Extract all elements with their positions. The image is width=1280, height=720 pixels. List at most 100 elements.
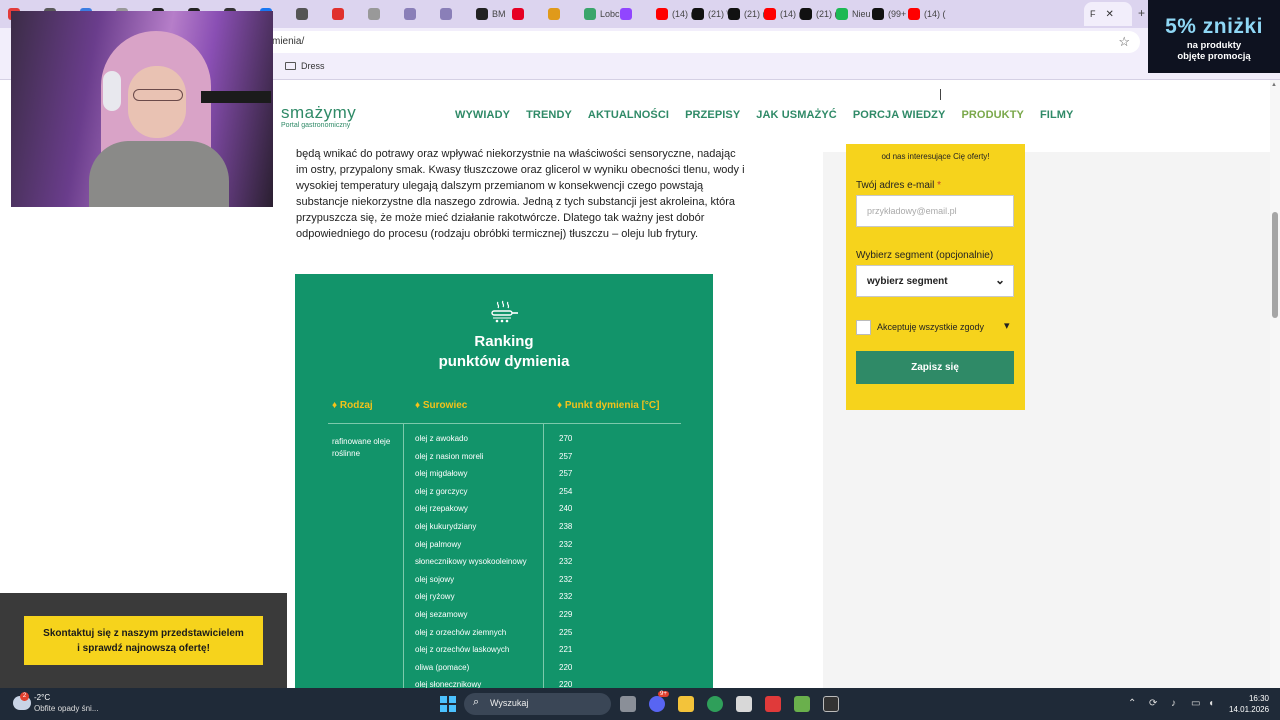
browser-tab[interactable] xyxy=(548,4,564,24)
network-sync-icon[interactable]: ⟳ xyxy=(1149,698,1157,709)
browser-tab[interactable] xyxy=(440,4,456,24)
tab-favicon-icon xyxy=(476,8,488,20)
bookmark-folder-dress[interactable]: Dress xyxy=(285,61,325,71)
nav-item-jak-usmazyc[interactable]: JAK USMAŻYĆ xyxy=(756,109,837,121)
app-icon[interactable] xyxy=(794,696,810,712)
browser-tab[interactable]: (99+ xyxy=(872,4,906,24)
newsletter-form: od nas interesujące Cię oferty! Twój adr… xyxy=(846,144,1025,410)
webcam-overlay xyxy=(11,11,273,207)
table-row: olej z awokado 270 xyxy=(295,434,713,448)
scroll-up-icon[interactable]: ▲ xyxy=(1271,82,1277,88)
table-row: olej z gorczycy 254 xyxy=(295,487,713,501)
main-nav: WYWIADY TRENDY AKTUALNOŚCI PRZEPISY JAK … xyxy=(455,109,1089,121)
nav-item-aktualnosci[interactable]: AKTUALNOŚCI xyxy=(588,109,669,121)
nav-item-trendy[interactable]: TRENDY xyxy=(526,109,572,121)
browser-tab[interactable]: (21) ( xyxy=(800,4,838,24)
logo-text: smażymy xyxy=(281,103,357,122)
segment-value: wybierz segment xyxy=(867,276,948,287)
smoke-point-value: 232 xyxy=(559,574,573,584)
header-divider xyxy=(328,423,681,424)
scroll-thumb[interactable] xyxy=(1272,212,1278,318)
contact-banner: Skontaktuj się z naszym przedstawicielem… xyxy=(0,593,287,688)
address-bar[interactable]: mienia/ ☆ xyxy=(200,31,1140,53)
table-row: olej palmowy 232 xyxy=(295,540,713,554)
nav-item-wywiady[interactable]: WYWIADY xyxy=(455,109,510,121)
chrome-icon[interactable] xyxy=(707,696,723,712)
tab-label: (14) ( xyxy=(780,9,802,19)
smoke-point-value: 270 xyxy=(559,434,573,443)
browser-tab[interactable]: (14) ( xyxy=(764,4,802,24)
contact-offer-button[interactable]: Skontaktuj się z naszym przedstawicielem… xyxy=(24,616,263,665)
app-icon[interactable] xyxy=(823,696,839,712)
browser-tab[interactable]: (21) ( xyxy=(728,4,766,24)
browser-tab[interactable] xyxy=(332,4,348,24)
active-tab[interactable]: F ✕ xyxy=(1084,2,1132,26)
tab-favicon-icon xyxy=(404,8,416,20)
consent-checkbox[interactable] xyxy=(856,320,871,335)
nav-item-filmy[interactable]: FILMY xyxy=(1040,109,1074,121)
app-icon[interactable] xyxy=(736,696,752,712)
browser-tab[interactable] xyxy=(620,4,636,24)
page-scrollbar[interactable]: ▲ xyxy=(1270,80,1280,688)
nav-item-przepisy[interactable]: PRZEPISY xyxy=(685,109,740,121)
subscribe-button[interactable]: Zapisz się xyxy=(856,351,1014,384)
url-text[interactable]: mienia/ xyxy=(272,36,304,47)
email-label: Twój adres e-mail * xyxy=(856,180,941,191)
smoke-point-value: 240 xyxy=(559,504,573,514)
oil-name: olej z orzechów ziemnych xyxy=(415,627,507,637)
segment-select[interactable]: wybierz segment ⌄ xyxy=(856,265,1014,297)
tab-favicon-icon xyxy=(692,8,704,20)
article-paragraph: będą wnikać do potrawy oraz wpływać niek… xyxy=(296,148,745,240)
table-row: olej rzepakowy 240 xyxy=(295,504,713,518)
browser-tab[interactable]: (14) ( xyxy=(908,4,946,24)
smoke-point-value: 225 xyxy=(559,627,573,637)
tab-favicon-icon xyxy=(512,8,524,20)
email-field[interactable]: przykładowy@email.pl xyxy=(856,195,1014,227)
promo-ad[interactable]: 5% zniżki na produkty objęte promocją xyxy=(1148,0,1280,73)
browser-tab[interactable] xyxy=(296,4,312,24)
tab-favicon-icon xyxy=(440,8,452,20)
browser-tab[interactable] xyxy=(368,4,384,24)
windows-start-icon[interactable] xyxy=(440,696,456,712)
browser-tab[interactable] xyxy=(404,4,420,24)
windows-taskbar: 2 -2°C Obfite opady śni... ⌕ Wyszukaj 9+… xyxy=(0,688,1280,720)
site-logo[interactable]: smażymy Portal gastronomiczny xyxy=(281,103,356,129)
microphone-icon[interactable]: ♪ xyxy=(1171,698,1176,709)
discord-icon[interactable] xyxy=(649,696,665,712)
new-tab-button[interactable]: + xyxy=(1138,6,1145,20)
tab-label: (21) ( xyxy=(744,9,766,19)
display-icon[interactable]: ▭ xyxy=(1191,698,1200,709)
active-tab-label: F xyxy=(1090,9,1096,19)
tray-chevron-icon[interactable]: ⌃ xyxy=(1128,698,1136,709)
volume-icon[interactable]: ◖ xyxy=(1208,698,1214,709)
taskbar-search[interactable]: ⌕ Wyszukaj xyxy=(464,693,611,715)
task-view-icon[interactable] xyxy=(620,696,636,712)
nav-item-porcja-wiedzy[interactable]: PORCJA WIEDZY xyxy=(853,109,946,121)
consent-expand-chevron-icon[interactable]: ▾ xyxy=(1004,319,1010,332)
tab-label: (14) ( xyxy=(924,9,946,19)
browser-tab[interactable]: BM xyxy=(476,4,506,24)
browser-tab[interactable] xyxy=(512,4,528,24)
app-icon[interactable] xyxy=(765,696,781,712)
newsletter-intro: od nas interesujące Cię oferty! xyxy=(881,152,990,161)
tab-favicon-icon xyxy=(620,8,632,20)
browser-tab[interactable]: (21) \ xyxy=(692,4,729,24)
folder-icon xyxy=(285,62,296,70)
browser-tab[interactable]: (14) ( xyxy=(656,4,694,24)
contact-line-2: i sprawdź najnowszą ofertę! xyxy=(77,643,210,654)
bookmark-star-icon[interactable]: ☆ xyxy=(1118,34,1130,50)
browser-tab[interactable]: Nieu xyxy=(836,4,871,24)
smoke-point-infographic: Ranking punktów dymienia ♦ Rodzaj ♦ Suro… xyxy=(295,274,713,688)
clock[interactable]: 16:30 14.01.2026 xyxy=(1229,693,1269,715)
file-explorer-icon[interactable] xyxy=(678,696,694,712)
frying-pan-icon xyxy=(491,300,518,323)
table-row: olej z orzechów ziemnych 225 xyxy=(295,628,713,642)
nav-item-produkty[interactable]: PRODUKTY xyxy=(961,109,1024,121)
table-row: olej z orzechów laskowych 221 xyxy=(295,645,713,659)
smoke-point-value: 257 xyxy=(559,469,573,479)
tab-close-icon[interactable]: ✕ xyxy=(1106,9,1114,20)
promo-headline: 5% zniżki xyxy=(1165,15,1263,38)
column-header-raw-material: ♦ Surowiec xyxy=(415,400,468,411)
weather-description: Obfite opady śni... xyxy=(34,704,99,713)
browser-tab[interactable]: Lobc xyxy=(584,4,620,24)
